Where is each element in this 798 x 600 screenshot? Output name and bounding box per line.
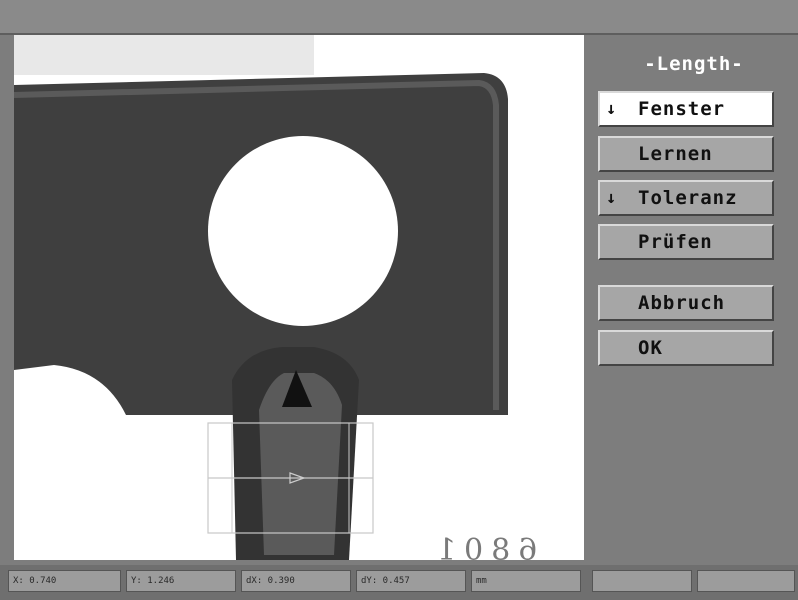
inspection-image <box>14 35 584 560</box>
y-coordinate-readout: Y: 1.246 <box>126 570 236 592</box>
status-field-empty <box>697 570 795 592</box>
top-bar <box>0 0 798 35</box>
button-label: OK <box>638 337 663 359</box>
camera-image-view[interactable]: 6801 <box>14 35 584 560</box>
abbruch-button[interactable]: Abbruch <box>598 285 774 321</box>
toleranz-button[interactable]: ↓ Toleranz <box>598 180 774 216</box>
unit-readout: mm <box>471 570 581 592</box>
down-arrow-icon: ↓ <box>606 188 618 208</box>
button-label: Toleranz <box>638 187 738 209</box>
button-label: Prüfen <box>638 231 713 253</box>
status-bar: X: 0.740 Y: 1.246 dX: 0.390 dY: 0.457 mm <box>0 565 798 600</box>
button-label: Fenster <box>638 98 726 120</box>
dy-readout: dY: 0.457 <box>356 570 466 592</box>
dx-readout: dX: 0.390 <box>241 570 351 592</box>
button-label: Lernen <box>638 143 713 165</box>
part-stamp-text: 6801 <box>429 533 538 560</box>
fenster-button[interactable]: ↓ Fenster <box>598 91 774 127</box>
button-label: Abbruch <box>638 292 726 314</box>
status-field-empty <box>592 570 692 592</box>
x-coordinate-readout: X: 0.740 <box>8 570 121 592</box>
panel-title: -Length- <box>644 53 744 75</box>
side-panel: -Length- ↓ Fenster Lernen ↓ Toleranz Prü… <box>590 35 798 560</box>
ok-button[interactable]: OK <box>598 330 774 366</box>
down-arrow-icon: ↓ <box>606 99 618 119</box>
pruefen-button[interactable]: Prüfen <box>598 224 774 260</box>
lernen-button[interactable]: Lernen <box>598 136 774 172</box>
